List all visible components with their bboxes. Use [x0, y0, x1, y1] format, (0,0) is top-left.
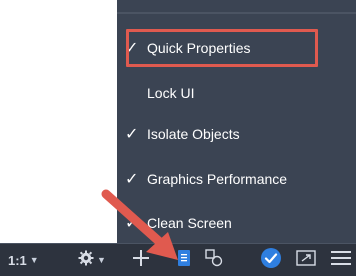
fullscreen-icon	[296, 249, 316, 272]
check-icon: ✓	[125, 126, 139, 143]
check-circle-icon	[260, 247, 282, 274]
fullscreen-button[interactable]	[296, 249, 316, 272]
menu-icon	[330, 249, 352, 272]
annotation-arrow-icon	[101, 189, 178, 260]
selection-cycling-icon	[204, 248, 224, 273]
menu-item-label: Graphics Performance	[147, 171, 288, 187]
gear-icon	[78, 250, 94, 271]
menu-item-label: Isolate Objects	[147, 126, 240, 142]
scale-label: 1:1	[8, 252, 27, 268]
customization-button[interactable]	[330, 250, 352, 270]
menu-item-isolate-objects[interactable]: ✓ Isolate Objects	[117, 113, 356, 155]
chevron-down-icon: ▼	[29, 255, 39, 265]
annotation-scale-button[interactable]: 1:1 ▼	[8, 250, 39, 270]
menu-item-lock-ui[interactable]: Lock UI	[117, 72, 356, 114]
selection-cycling-button[interactable]	[204, 248, 224, 273]
isolate-objects-button[interactable]	[260, 247, 282, 270]
menu-separator	[117, 12, 356, 14]
menu-item-label: Lock UI	[147, 85, 195, 101]
highlight-box	[126, 29, 318, 67]
